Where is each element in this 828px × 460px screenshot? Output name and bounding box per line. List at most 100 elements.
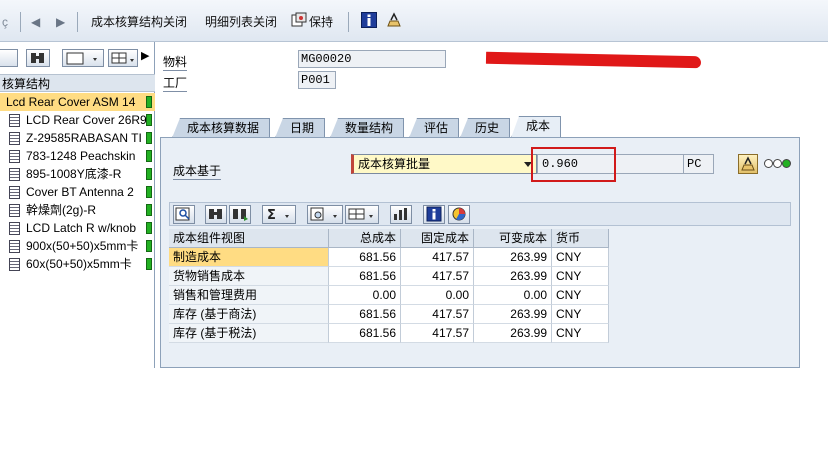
material-field[interactable]: MG00020 <box>298 50 446 68</box>
previous-icon[interactable]: ◀ <box>31 12 40 32</box>
tree-item-label: Z-29585RABASAN TI <box>26 131 142 145</box>
close-detail-list-button[interactable]: 明细列表关闭 <box>205 12 277 32</box>
tree-item[interactable]: Lcd Rear Cover ASM 14 <box>0 93 155 111</box>
toolbar-separator <box>77 12 78 32</box>
status-bar-icon <box>146 258 152 270</box>
tree-item[interactable]: Cover BT Antenna 2 <box>0 183 155 201</box>
tab-valuation[interactable]: 评估 <box>409 118 460 138</box>
row-view-cell[interactable]: 制造成本 <box>169 248 329 267</box>
graphic-icon[interactable] <box>448 205 470 224</box>
next-icon[interactable]: ▶ <box>56 12 65 32</box>
tree-item[interactable]: 幹燥劑(2g)-R <box>0 201 155 219</box>
row-fixed-cell[interactable]: 417.57 <box>401 267 474 286</box>
grid-header-row: 成本组件视图 总成本 固定成本 可变成本 货币 <box>169 229 611 248</box>
details-icon[interactable] <box>173 205 195 224</box>
column-header-view[interactable]: 成本组件视图 <box>169 229 329 248</box>
row-currency-cell[interactable]: CNY <box>552 267 609 286</box>
tree-item[interactable]: 60x(50+50)x5mm卡 <box>0 255 155 273</box>
row-currency-cell[interactable]: CNY <box>552 286 609 305</box>
info-icon[interactable] <box>423 205 445 224</box>
tree-item[interactable]: LCD Rear Cover 26R9 <box>0 111 155 129</box>
plant-label: 工厂 <box>163 76 188 92</box>
tab-history[interactable]: 历史 <box>460 118 511 138</box>
row-currency-cell[interactable]: CNY <box>552 324 609 343</box>
unit-field[interactable]: PC <box>683 154 714 174</box>
tree-print-icon[interactable] <box>62 49 104 67</box>
row-total-cell[interactable]: 681.56 <box>329 267 401 286</box>
tab-costs[interactable]: 成本 <box>511 116 562 138</box>
row-currency-cell[interactable]: CNY <box>552 305 609 324</box>
keep-icon[interactable] <box>291 12 309 30</box>
table-row[interactable]: 库存 (基于税法) 681.56 417.57 263.99 CNY <box>169 324 611 343</box>
sum-icon[interactable]: Σ <box>262 205 296 224</box>
plant-field[interactable]: P001 <box>298 71 336 89</box>
find-next-icon[interactable] <box>229 205 251 224</box>
row-view-cell[interactable]: 销售和管理费用 <box>169 286 329 305</box>
chart-icon[interactable] <box>390 205 412 224</box>
sign-icon[interactable] <box>386 12 404 30</box>
row-variable-cell[interactable]: 263.99 <box>474 324 552 343</box>
cost-basis-select[interactable]: 成本核算批量 <box>351 154 537 174</box>
column-header-currency[interactable]: 货币 <box>552 229 609 248</box>
info-icon[interactable] <box>361 12 379 30</box>
toolbar-separator <box>348 12 349 32</box>
tree-item[interactable]: LCD Latch R w/knob <box>0 219 155 237</box>
traffic-light-icon <box>764 159 794 169</box>
tree-expand-icon[interactable] <box>0 49 18 67</box>
document-icon <box>9 186 20 199</box>
row-variable-cell[interactable]: 263.99 <box>474 248 552 267</box>
row-view-cell[interactable]: 库存 (基于税法) <box>169 324 329 343</box>
row-currency-cell[interactable]: CNY <box>552 248 609 267</box>
row-fixed-cell[interactable]: 417.57 <box>401 305 474 324</box>
row-total-cell[interactable]: 681.56 <box>329 248 401 267</box>
row-fixed-cell[interactable]: 417.57 <box>401 248 474 267</box>
row-fixed-cell[interactable]: 417.57 <box>401 324 474 343</box>
row-view-cell[interactable]: 库存 (基于商法) <box>169 305 329 324</box>
tree-item-label: 60x(50+50)x5mm卡 <box>26 257 132 271</box>
tree-find-icon[interactable] <box>26 49 50 67</box>
tree-item-label: Lcd Rear Cover ASM 14 <box>6 95 136 109</box>
keep-button[interactable]: 保持 <box>309 12 333 32</box>
column-header-fixed[interactable]: 固定成本 <box>401 229 474 248</box>
row-variable-cell[interactable]: 0.00 <box>474 286 552 305</box>
layout-icon[interactable] <box>345 205 379 224</box>
table-row[interactable]: 库存 (基于商法) 681.56 417.57 263.99 CNY <box>169 305 611 324</box>
tree-scroll-right-icon[interactable]: ▶ <box>141 49 149 62</box>
find-icon[interactable] <box>205 205 227 224</box>
document-icon <box>9 150 20 163</box>
document-icon <box>9 204 20 217</box>
row-fixed-cell[interactable]: 0.00 <box>401 286 474 305</box>
tab-quantity-structure[interactable]: 数量结构 <box>330 118 405 138</box>
tree-item[interactable]: 895-1008Y底漆-R <box>0 165 155 183</box>
cost-basis-label: 成本基于 <box>173 164 222 180</box>
cost-structure-tree: ▶ 核算结构 Lcd Rear Cover ASM 14 LCD Rear Co… <box>0 42 155 368</box>
tab-costing-data[interactable]: 成本核算数据 <box>172 118 271 138</box>
row-total-cell[interactable]: 681.56 <box>329 305 401 324</box>
tree-layout-icon[interactable] <box>108 49 138 67</box>
row-view-cell[interactable]: 货物销售成本 <box>169 267 329 286</box>
row-total-cell[interactable]: 0.00 <box>329 286 401 305</box>
document-icon <box>9 258 20 271</box>
document-icon <box>9 168 20 181</box>
document-icon <box>9 132 20 145</box>
column-header-variable[interactable]: 可变成本 <box>474 229 552 248</box>
tree-item[interactable]: Z-29585RABASAN TI <box>0 129 155 147</box>
costs-tab-panel: 成本基于 成本核算批量 0.960 PC Σ 成本组件视图 总成本 固定成本 可… <box>160 137 800 368</box>
row-variable-cell[interactable]: 263.99 <box>474 267 552 286</box>
material-label: 物料 <box>163 55 188 71</box>
table-row[interactable]: 货物销售成本 681.56 417.57 263.99 CNY <box>169 267 611 286</box>
tree-item[interactable]: 900x(50+50)x5mm卡 <box>0 237 155 255</box>
table-row[interactable]: 销售和管理费用 0.00 0.00 0.00 CNY <box>169 286 611 305</box>
row-total-cell[interactable]: 681.56 <box>329 324 401 343</box>
column-header-total[interactable]: 总成本 <box>329 229 401 248</box>
tree-item-label: LCD Latch R w/knob <box>26 221 137 235</box>
table-row[interactable]: 制造成本 681.56 417.57 263.99 CNY <box>169 248 611 267</box>
tab-dates[interactable]: 日期 <box>275 118 326 138</box>
display-sign-icon[interactable] <box>738 154 758 174</box>
tree-item[interactable]: 783-1248 Peachskin <box>0 147 155 165</box>
status-bar-icon <box>146 222 152 234</box>
print-preview-icon[interactable] <box>307 205 343 224</box>
close-cost-structure-button[interactable]: 成本核算结构关闭 <box>91 12 187 32</box>
partial-arrow-icon[interactable]: ç <box>2 12 8 32</box>
row-variable-cell[interactable]: 263.99 <box>474 305 552 324</box>
